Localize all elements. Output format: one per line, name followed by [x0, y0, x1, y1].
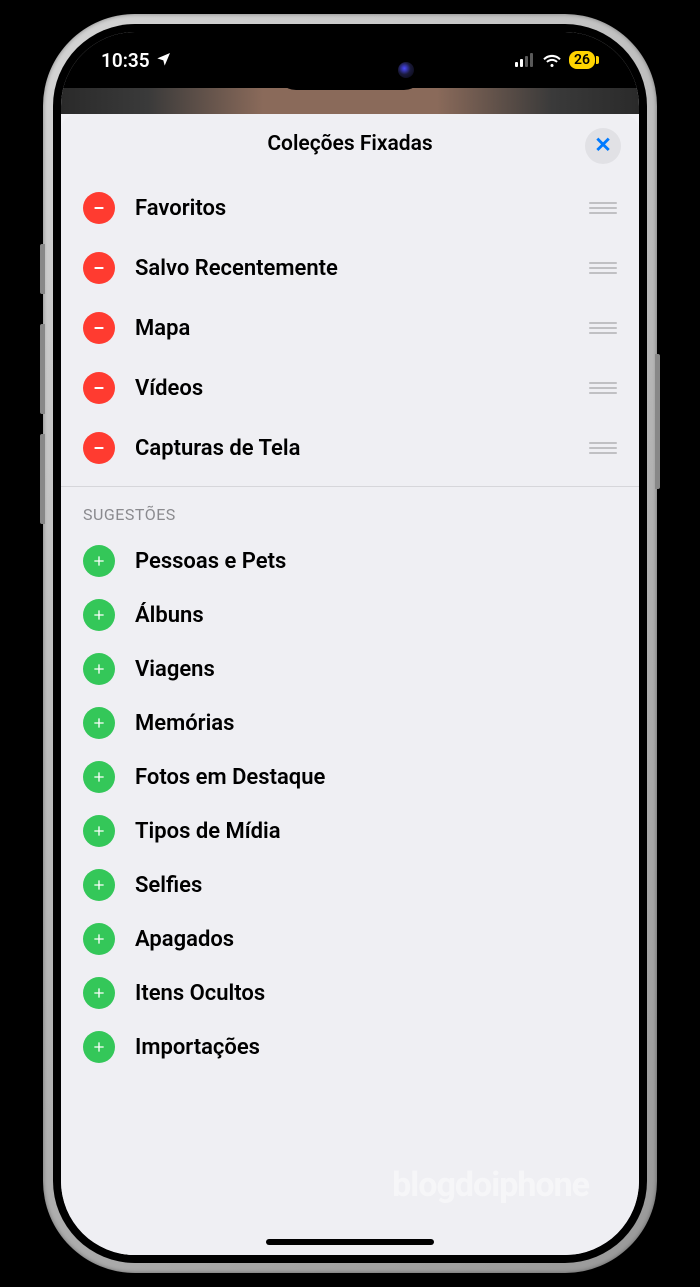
row-label: Mapa	[135, 316, 589, 341]
suggestion-row-importacoes[interactable]: Importações	[61, 1020, 639, 1074]
power-button	[655, 354, 660, 489]
sheet-backdrop	[61, 88, 639, 114]
add-button[interactable]	[83, 1031, 115, 1063]
suggestion-row-viagens[interactable]: Viagens	[61, 642, 639, 696]
pinned-row-favoritos[interactable]: Favoritos	[61, 178, 639, 238]
pinned-row-videos[interactable]: Vídeos	[61, 358, 639, 418]
row-label: Importações	[135, 1035, 617, 1060]
drag-handle-icon[interactable]	[589, 262, 617, 274]
row-label: Vídeos	[135, 376, 589, 401]
suggestion-row-apagados[interactable]: Apagados	[61, 912, 639, 966]
suggestion-row-albuns[interactable]: Álbuns	[61, 588, 639, 642]
drag-handle-icon[interactable]	[589, 322, 617, 334]
drag-handle-icon[interactable]	[589, 202, 617, 214]
add-button[interactable]	[83, 869, 115, 901]
suggestions-header: SUGESTÕES	[61, 487, 639, 534]
drag-handle-icon[interactable]	[589, 442, 617, 454]
screen: 10:35	[61, 32, 639, 1255]
battery-indicator: 26	[569, 51, 595, 69]
remove-button[interactable]	[83, 252, 115, 284]
pinned-row-mapa[interactable]: Mapa	[61, 298, 639, 358]
remove-button[interactable]	[83, 432, 115, 464]
home-indicator[interactable]	[266, 1239, 434, 1245]
row-label: Tipos de Mídia	[135, 819, 617, 844]
status-time: 10:35	[101, 49, 150, 72]
row-label: Apagados	[135, 927, 617, 952]
pinned-list: Favoritos Salvo Recentemente	[61, 174, 639, 1074]
add-button[interactable]	[83, 761, 115, 793]
remove-button[interactable]	[83, 312, 115, 344]
row-label: Fotos em Destaque	[135, 765, 617, 790]
suggestion-row-memorias[interactable]: Memórias	[61, 696, 639, 750]
row-label: Viagens	[135, 657, 617, 682]
volume-down-button	[40, 434, 45, 524]
pinned-row-salvo-recentemente[interactable]: Salvo Recentemente	[61, 238, 639, 298]
pinned-row-capturas-de-tela[interactable]: Capturas de Tela	[61, 418, 639, 478]
add-button[interactable]	[83, 545, 115, 577]
front-camera	[398, 62, 414, 78]
row-label: Salvo Recentemente	[135, 256, 589, 281]
sheet-title: Coleções Fixadas	[267, 132, 432, 156]
add-button[interactable]	[83, 815, 115, 847]
row-label: Favoritos	[135, 196, 589, 221]
remove-button[interactable]	[83, 192, 115, 224]
suggestion-row-fotos-em-destaque[interactable]: Fotos em Destaque	[61, 750, 639, 804]
row-label: Capturas de Tela	[135, 436, 589, 461]
watermark: blogdoiphone	[392, 1165, 589, 1205]
pinned-collections-sheet: Coleções Fixadas ✕ Favoritos	[61, 114, 639, 1255]
suggestion-row-tipos-de-midia[interactable]: Tipos de Mídia	[61, 804, 639, 858]
wifi-icon	[542, 49, 562, 72]
row-label: Álbuns	[135, 603, 617, 628]
close-icon: ✕	[594, 136, 612, 157]
phone-frame: 10:35	[43, 14, 657, 1273]
row-label: Pessoas e Pets	[135, 549, 617, 574]
add-button[interactable]	[83, 707, 115, 739]
suggestion-row-itens-ocultos[interactable]: Itens Ocultos	[61, 966, 639, 1020]
suggestion-row-pessoas-e-pets[interactable]: Pessoas e Pets	[61, 534, 639, 588]
cellular-icon	[515, 49, 535, 72]
location-icon	[156, 49, 172, 72]
add-button[interactable]	[83, 599, 115, 631]
remove-button[interactable]	[83, 372, 115, 404]
sheet-header: Coleções Fixadas ✕	[61, 114, 639, 174]
add-button[interactable]	[83, 977, 115, 1009]
side-button	[40, 244, 45, 294]
drag-handle-icon[interactable]	[589, 382, 617, 394]
row-label: Memórias	[135, 711, 617, 736]
dynamic-island	[276, 50, 424, 90]
row-label: Itens Ocultos	[135, 981, 617, 1006]
suggestion-row-selfies[interactable]: Selfies	[61, 858, 639, 912]
close-button[interactable]: ✕	[585, 128, 621, 164]
volume-up-button	[40, 324, 45, 414]
add-button[interactable]	[83, 653, 115, 685]
row-label: Selfies	[135, 873, 617, 898]
add-button[interactable]	[83, 923, 115, 955]
